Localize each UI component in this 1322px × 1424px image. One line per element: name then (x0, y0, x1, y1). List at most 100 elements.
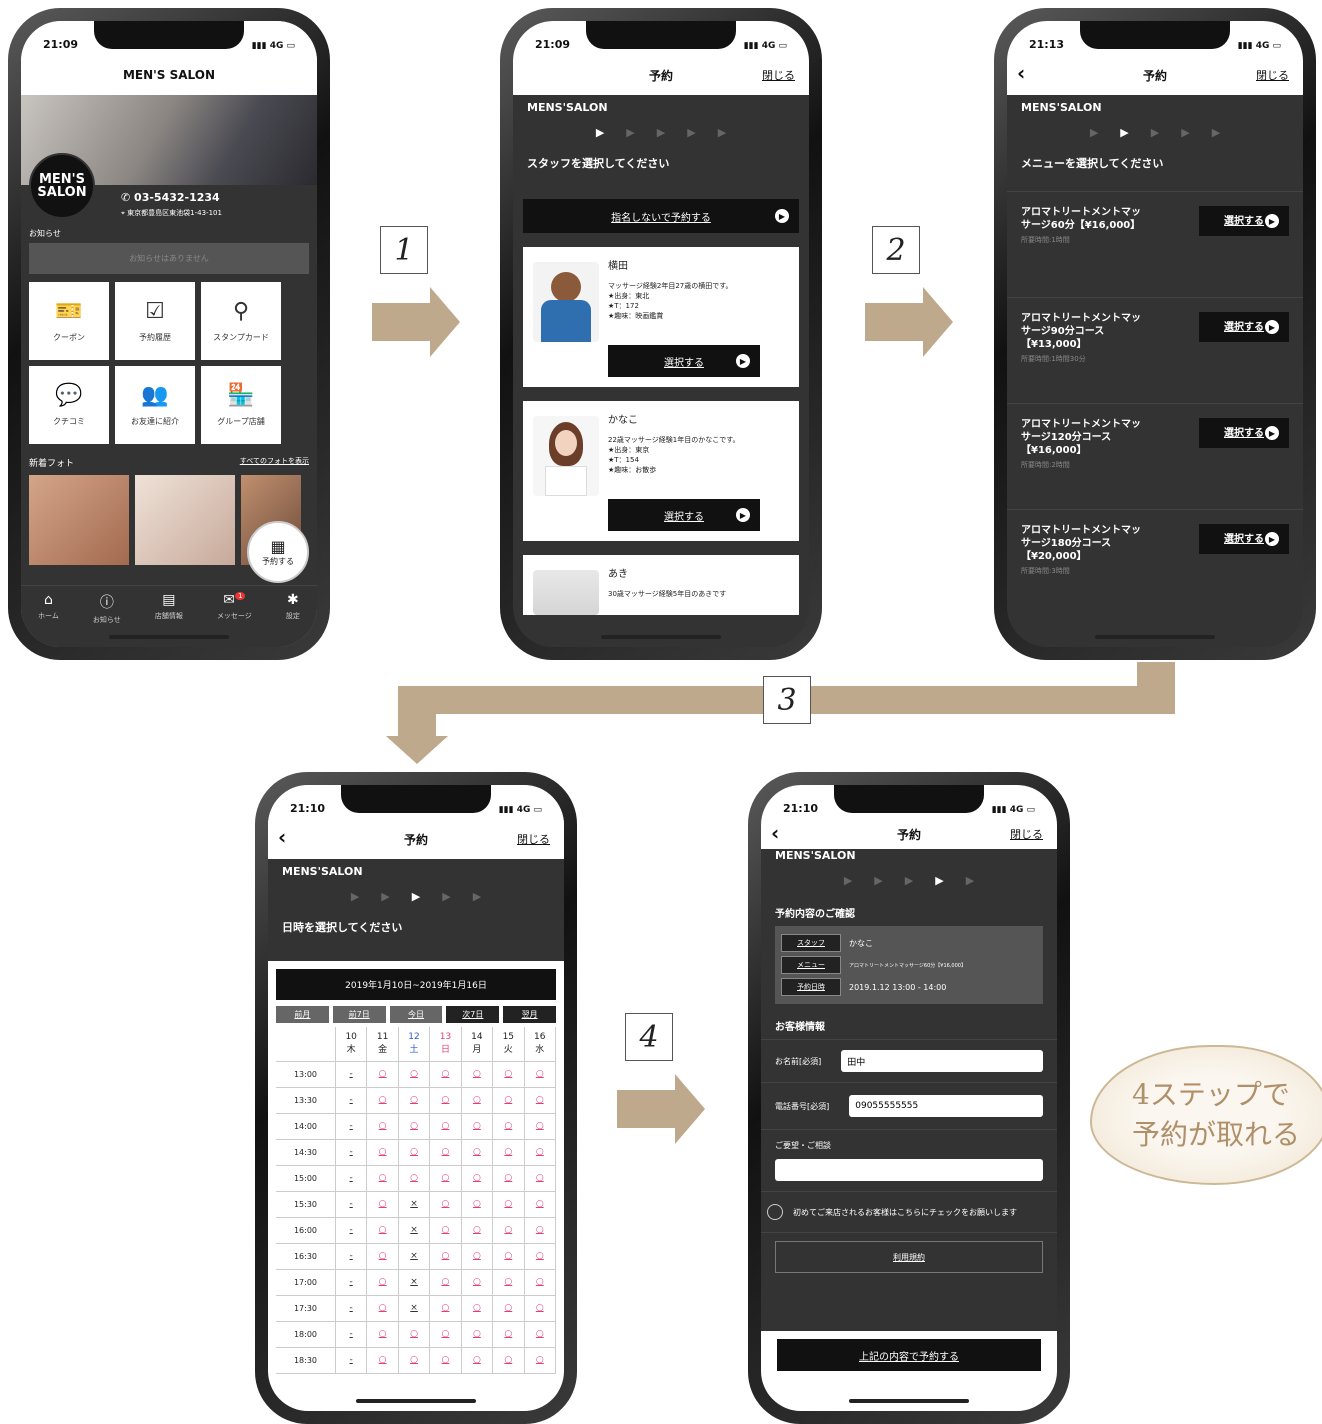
request-field[interactable] (775, 1159, 1043, 1181)
prev-month-button[interactable]: 前月 (276, 1006, 329, 1023)
available-slot[interactable]: ○ (429, 1295, 462, 1322)
available-slot[interactable]: ○ (398, 1139, 431, 1166)
first-visit-radio[interactable] (767, 1204, 783, 1220)
available-slot[interactable]: ○ (461, 1087, 494, 1114)
close-link[interactable]: 閉じる (1010, 826, 1043, 842)
select-menu-button[interactable]: 選択する ▶ (1199, 206, 1289, 236)
group-store-tile[interactable]: 🏪 グループ店舗 (201, 366, 281, 444)
history-tile[interactable]: ☑ 予約履歴 (115, 282, 195, 360)
available-slot[interactable]: ○ (398, 1113, 431, 1140)
available-slot[interactable]: ○ (429, 1113, 462, 1140)
available-slot[interactable]: ○ (461, 1243, 494, 1270)
today-button[interactable]: 今日 (389, 1006, 443, 1023)
tab-home[interactable]: ⌂ ホーム (38, 592, 59, 647)
tel-field[interactable] (849, 1095, 1043, 1117)
close-link[interactable]: 閉じる (517, 831, 550, 847)
back-icon[interactable]: ‹ (1017, 61, 1025, 85)
next-week-button[interactable]: 次7日 (446, 1006, 500, 1023)
available-slot[interactable]: ○ (398, 1087, 431, 1114)
close-link[interactable]: 閉じる (1256, 67, 1289, 83)
review-tile[interactable]: 💬 クチコミ (29, 366, 109, 444)
submit-button[interactable]: 上記の内容で予約する (777, 1339, 1041, 1371)
back-icon[interactable]: ‹ (278, 825, 286, 849)
available-slot[interactable]: ○ (492, 1191, 525, 1218)
name-field[interactable] (841, 1050, 1043, 1072)
available-slot[interactable]: ○ (492, 1269, 525, 1296)
available-slot[interactable]: ○ (461, 1113, 494, 1140)
back-icon[interactable]: ‹ (771, 821, 779, 845)
available-slot[interactable]: ○ (461, 1295, 494, 1322)
available-slot[interactable]: ○ (429, 1139, 462, 1166)
available-slot[interactable]: ○ (492, 1139, 525, 1166)
available-slot[interactable]: ○ (366, 1347, 399, 1374)
available-slot[interactable]: ○ (492, 1165, 525, 1192)
next-month-button[interactable]: 翌月 (503, 1006, 556, 1023)
available-slot[interactable]: ○ (524, 1087, 556, 1114)
photo-thumb[interactable] (29, 475, 129, 565)
coupon-tile[interactable]: 🎫 クーポン (29, 282, 109, 360)
available-slot[interactable]: ○ (524, 1061, 556, 1088)
available-slot[interactable]: ○ (366, 1113, 399, 1140)
terms-link[interactable]: 利用規約 (775, 1241, 1043, 1273)
available-slot[interactable]: ○ (366, 1217, 399, 1244)
available-slot[interactable]: ○ (524, 1243, 556, 1270)
available-slot[interactable]: ○ (461, 1139, 494, 1166)
available-slot[interactable]: ○ (366, 1087, 399, 1114)
available-slot[interactable]: ○ (492, 1061, 525, 1088)
select-menu-button[interactable]: 選択する ▶ (1199, 524, 1289, 554)
available-slot[interactable]: ○ (429, 1061, 462, 1088)
available-slot[interactable]: ○ (524, 1139, 556, 1166)
close-link[interactable]: 閉じる (762, 67, 795, 83)
available-slot[interactable]: ○ (429, 1217, 462, 1244)
available-slot[interactable]: ○ (429, 1165, 462, 1192)
available-slot[interactable]: ○ (429, 1321, 462, 1348)
available-slot[interactable]: ○ (492, 1217, 525, 1244)
select-staff-button[interactable]: 選択する ▶ (608, 345, 760, 377)
available-slot[interactable]: ○ (429, 1087, 462, 1114)
prev-week-button[interactable]: 前7日 (332, 1006, 386, 1023)
tab-settings[interactable]: ✱ 設定 (286, 592, 300, 647)
available-slot[interactable]: ○ (461, 1269, 494, 1296)
select-menu-button[interactable]: 選択する ▶ (1199, 312, 1289, 342)
stamp-tile[interactable]: ⚲ スタンプカード (201, 282, 281, 360)
available-slot[interactable]: ○ (429, 1243, 462, 1270)
available-slot[interactable]: ○ (366, 1269, 399, 1296)
available-slot[interactable]: ○ (492, 1321, 525, 1348)
available-slot[interactable]: ○ (398, 1165, 431, 1192)
available-slot[interactable]: ○ (524, 1269, 556, 1296)
available-slot[interactable]: ○ (366, 1295, 399, 1322)
available-slot[interactable]: ○ (524, 1191, 556, 1218)
photos-link[interactable]: すべてのフォトを表示 (240, 456, 309, 469)
available-slot[interactable]: ○ (366, 1139, 399, 1166)
available-slot[interactable]: ○ (461, 1165, 494, 1192)
select-staff-button[interactable]: 選択する ▶ (608, 499, 760, 531)
available-slot[interactable]: ○ (461, 1217, 494, 1244)
available-slot[interactable]: ○ (524, 1113, 556, 1140)
available-slot[interactable]: ○ (429, 1191, 462, 1218)
available-slot[interactable]: ○ (524, 1165, 556, 1192)
available-slot[interactable]: ○ (366, 1061, 399, 1088)
available-slot[interactable]: ○ (366, 1321, 399, 1348)
select-menu-button[interactable]: 選択する ▶ (1199, 418, 1289, 448)
available-slot[interactable]: ○ (492, 1087, 525, 1114)
no-nominate-button[interactable]: 指名しないで予約する ▶ (523, 199, 799, 233)
available-slot[interactable]: ○ (461, 1347, 494, 1374)
available-slot[interactable]: ○ (461, 1061, 494, 1088)
available-slot[interactable]: ○ (398, 1347, 431, 1374)
photo-thumb[interactable] (135, 475, 235, 565)
available-slot[interactable]: ○ (524, 1295, 556, 1322)
available-slot[interactable]: ○ (492, 1295, 525, 1322)
available-slot[interactable]: ○ (398, 1061, 431, 1088)
reserve-fab[interactable]: ▦ 予約する (247, 521, 309, 583)
available-slot[interactable]: ○ (366, 1165, 399, 1192)
available-slot[interactable]: ○ (492, 1113, 525, 1140)
available-slot[interactable]: ○ (366, 1191, 399, 1218)
available-slot[interactable]: ○ (366, 1243, 399, 1270)
invite-tile[interactable]: 👥 お友達に紹介 (115, 366, 195, 444)
available-slot[interactable]: ○ (524, 1347, 556, 1374)
available-slot[interactable]: ○ (461, 1321, 494, 1348)
available-slot[interactable]: ○ (429, 1269, 462, 1296)
available-slot[interactable]: ○ (492, 1347, 525, 1374)
available-slot[interactable]: ○ (492, 1243, 525, 1270)
available-slot[interactable]: ○ (461, 1191, 494, 1218)
